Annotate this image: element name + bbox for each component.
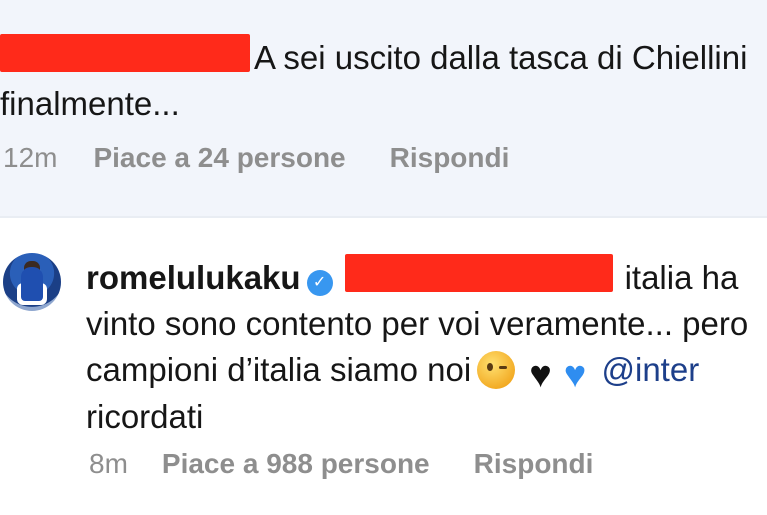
comment-2-end: ricordati (86, 398, 204, 435)
comment-1-likes-link[interactable]: Piace a 24 persone (93, 142, 345, 174)
comment-2-likes-link[interactable]: Piace a 988 persone (162, 448, 430, 480)
winking-face-icon (477, 351, 516, 389)
comment-1-reply-button[interactable]: Rispondi (390, 142, 510, 174)
avatar-figure (21, 267, 43, 301)
redacted-username-block (0, 34, 250, 72)
username-link[interactable]: romelulukaku (86, 259, 301, 296)
comment-2-reply-button[interactable]: Rispondi (474, 448, 594, 480)
comment-1-timestamp: 12m (3, 142, 58, 173)
comment-2-text: romelulukaku ✓ italia ha vinto sono conten… (86, 254, 762, 440)
avatar[interactable] (3, 253, 61, 311)
comment-1-meta: 12m Piace a 24 persone Rispondi (3, 142, 509, 174)
comment-2-meta: 8m Piace a 988 persone Rispondi (89, 448, 593, 480)
black-heart-icon: ♥ (529, 354, 552, 396)
mention-link[interactable]: @inter (602, 351, 700, 388)
verified-badge-icon: ✓ (306, 270, 333, 296)
comment-divider (0, 216, 767, 218)
redacted-username-block (344, 254, 613, 292)
comment-2-timestamp: 8m (89, 448, 128, 479)
blue-heart-icon: ♥ (563, 354, 587, 396)
comment-1-text: A sei uscito dalla tasca di Chiellini fi… (0, 34, 760, 127)
